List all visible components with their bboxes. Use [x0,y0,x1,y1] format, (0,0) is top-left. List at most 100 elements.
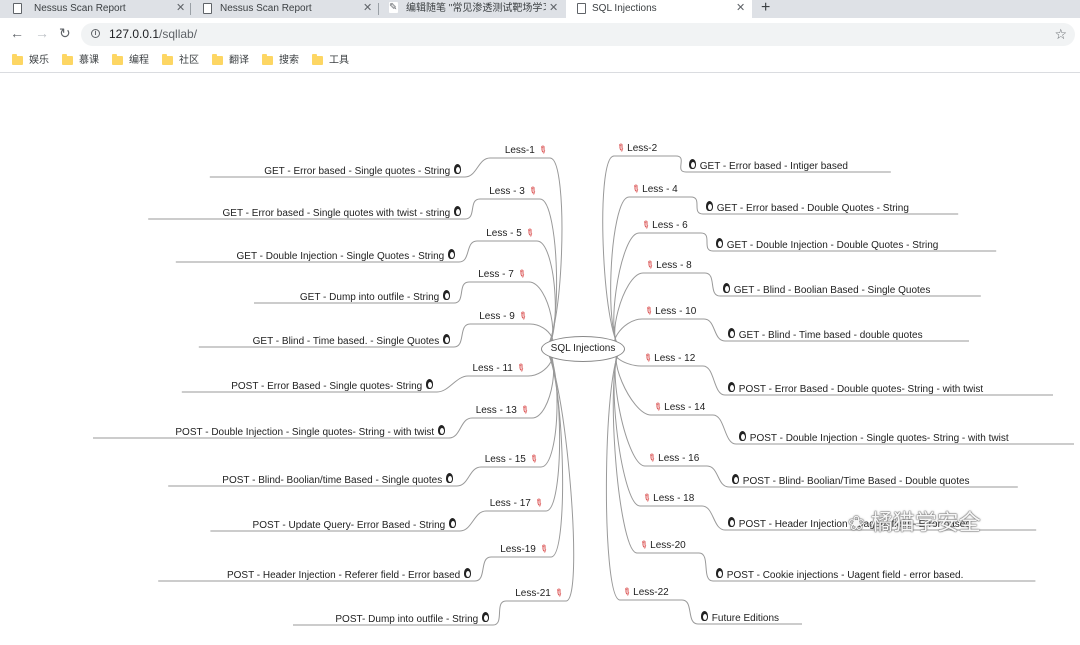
lesson-title[interactable]: GET - Blind - Time based. - Single Quote… [253,334,451,348]
watermark: ❀ 橘猫学安全 [848,510,981,537]
sub-branch-line [453,281,470,304]
lesson-link-less-9[interactable]: Less - 9 ✎ [479,310,528,324]
tab-sql-injections[interactable]: SQL Injections ✕ [566,0,752,18]
folder-icon [162,54,173,65]
sub-branch-line [453,323,471,348]
lesson-link-less-12[interactable]: ✎ Less - 12 [641,352,695,366]
mindmap-center-node: SQL Injections [541,336,625,362]
lesson-link-less-22[interactable]: ✎ Less-22 [620,586,669,600]
new-tab-button[interactable]: + [761,0,770,17]
lesson-title[interactable]: GET - Blind - Time based - double quotes [727,328,923,342]
lesson-title[interactable]: GET - Double Injection - Single Quotes -… [237,249,456,263]
bookmark-folder[interactable]: 工具 [312,54,349,68]
lesson-title[interactable]: Future Editions [700,611,779,625]
lesson-title[interactable]: POST - Blind- Boolian/time Based - Singl… [222,473,454,487]
lesson-link-less-3[interactable]: Less - 3 ✎ [489,185,538,199]
linux-penguin-icon [727,517,736,528]
pin-icon: ✎ [636,538,651,553]
lesson-title[interactable]: GET - Dump into outfile - String [300,290,451,304]
bookmark-folder[interactable]: 慕课 [62,54,99,68]
lesson-link-less-7[interactable]: Less - 7 ✎ [478,268,527,282]
lesson-link-less-5[interactable]: Less - 5 ✎ [486,227,535,241]
back-button[interactable]: ← [10,25,24,41]
lesson-link-less-8[interactable]: ✎ Less - 8 [642,258,692,273]
lesson-title-text: GET - Error based - Intiger based [699,161,848,172]
bookmark-folder[interactable]: 社区 [162,54,199,68]
url-path: /sqllab/ [159,27,198,41]
lesson-title[interactable]: POST - Error Based - Double quotes- Stri… [727,382,983,396]
lesson-link-less-4[interactable]: ✎ Less - 4 [629,183,678,197]
lesson-title-text: POST - Blind- Boolian/Time Based - Doubl… [742,476,970,487]
lesson-title-text: POST - Error Based - Double quotes- Stri… [738,384,984,395]
lesson-title[interactable]: GET - Error based - Single quotes - Stri… [264,164,462,178]
lesson-title[interactable]: POST - Cookie injections - Uagent field … [715,568,963,582]
lesson-link-less-20[interactable]: ✎ Less-20 [636,538,686,553]
lesson-title[interactable]: GET - Error based - Double Quotes - Stri… [705,201,909,215]
bookmark-folder[interactable]: 编程 [112,54,149,68]
lesson-link-less-18[interactable]: ✎ Less - 18 [640,492,694,506]
lesson-link-less-11[interactable]: Less - 11 ✎ [472,362,526,376]
forward-button[interactable]: → [35,25,49,41]
close-tab-icon[interactable]: ✕ [549,0,558,17]
lesson-label: Less-19 [500,544,536,555]
lesson-title-text: GET - Double Injection - Double Quotes -… [726,240,939,251]
lesson-link-less-1[interactable]: Less-1 ✎ [505,144,549,158]
tab-editor[interactable]: ✎ 编辑随笔 "常见渗透测试靶场学习 ✕ [378,0,564,18]
lesson-label: Less - 14 [664,402,706,413]
lesson-link-less-14[interactable]: ✎ Less - 14 [651,401,706,415]
lesson-title[interactable]: POST- Dump into outfile - String [335,612,490,626]
url-text[interactable]: 127.0.0.1/sqllab/ [109,27,197,42]
sub-branch-line [464,198,481,220]
lesson-title[interactable]: POST - Header Injection - Referer field … [227,568,472,582]
lesson-link-less-17[interactable]: Less - 17 ✎ [490,497,545,511]
sub-branch-line [690,196,704,215]
lesson-title[interactable]: POST - Blind- Boolian/Time Based - Doubl… [731,474,970,488]
lesson-link-less-19[interactable]: Less-19 ✎ [500,543,549,557]
reload-button[interactable]: ↻ [59,25,71,41]
lesson-title-text: Future Editions [711,613,780,624]
lesson-title[interactable]: POST - Double Injection - Single quotes-… [738,431,1009,445]
lesson-link-less-21[interactable]: Less-21 ✎ [515,587,564,601]
lesson-link-less-6[interactable]: ✎ Less - 6 [639,219,688,233]
lesson-title[interactable]: GET - Blind - Boolian Based - Single Quo… [722,283,930,297]
tab-nessus-1[interactable]: Nessus Scan Report ✕ [0,0,190,18]
lesson-title[interactable]: GET - Error based - Intiger based [688,159,848,173]
lesson-link-less-2[interactable]: ✎ Less-2 [614,142,657,156]
close-tab-icon[interactable]: ✕ [363,0,372,17]
lesson-link-less-15[interactable]: Less - 15 ✎ [485,453,540,467]
lesson-title[interactable]: POST - Double Injection - Single quotes-… [175,425,446,439]
lesson-link-less-16[interactable]: ✎ Less - 16 [645,452,699,466]
lesson-title-text: POST- Dump into outfile - String [335,614,479,625]
sub-branch-line [706,465,730,488]
bookmark-star-icon[interactable]: ☆ [1054,25,1067,43]
close-tab-icon[interactable]: ✕ [176,0,185,17]
lesson-title[interactable]: GET - Double Injection - Double Quotes -… [715,238,938,252]
lesson-label: Less-20 [650,540,686,551]
bookmark-folder[interactable]: 搜索 [262,54,299,68]
lesson-title[interactable]: POST - Update Query- Error Based - Strin… [253,518,457,532]
tab-nessus-2[interactable]: Nessus Scan Report ✕ [190,0,378,18]
branch-line [605,348,624,601]
mindmap-links [93,155,1074,626]
bookmark-label: 慕课 [79,55,99,66]
linux-penguin-icon [715,568,724,579]
lesson-title[interactable]: POST - Error Based - Single quotes- Stri… [231,379,434,393]
lesson-link-less-10[interactable]: ✎ Less - 10 [642,305,696,319]
info-icon[interactable]: i [91,29,100,38]
linux-penguin-icon [445,473,454,484]
linux-penguin-icon [463,568,472,579]
tab-title: Nessus Scan Report [34,3,126,14]
bookmark-folder[interactable]: 娱乐 [12,54,49,68]
bookmark-label: 娱乐 [29,55,49,66]
pin-icon: ✎ [642,258,657,273]
close-tab-icon[interactable]: ✕ [736,0,745,17]
folder-icon [312,54,323,65]
sub-branch-line [459,510,487,532]
lesson-link-less-13[interactable]: Less - 13 ✎ [476,404,531,418]
branch-line [528,281,554,350]
lesson-title[interactable]: GET - Error based - Single quotes with t… [223,206,462,220]
bookmark-folder[interactable]: 翻译 [212,54,249,68]
lesson-title-text: GET - Error based - Double Quotes - Stri… [716,203,909,214]
address-bar[interactable]: i 127.0.0.1/sqllab/ ☆ [81,23,1075,46]
folder-icon [112,54,123,65]
